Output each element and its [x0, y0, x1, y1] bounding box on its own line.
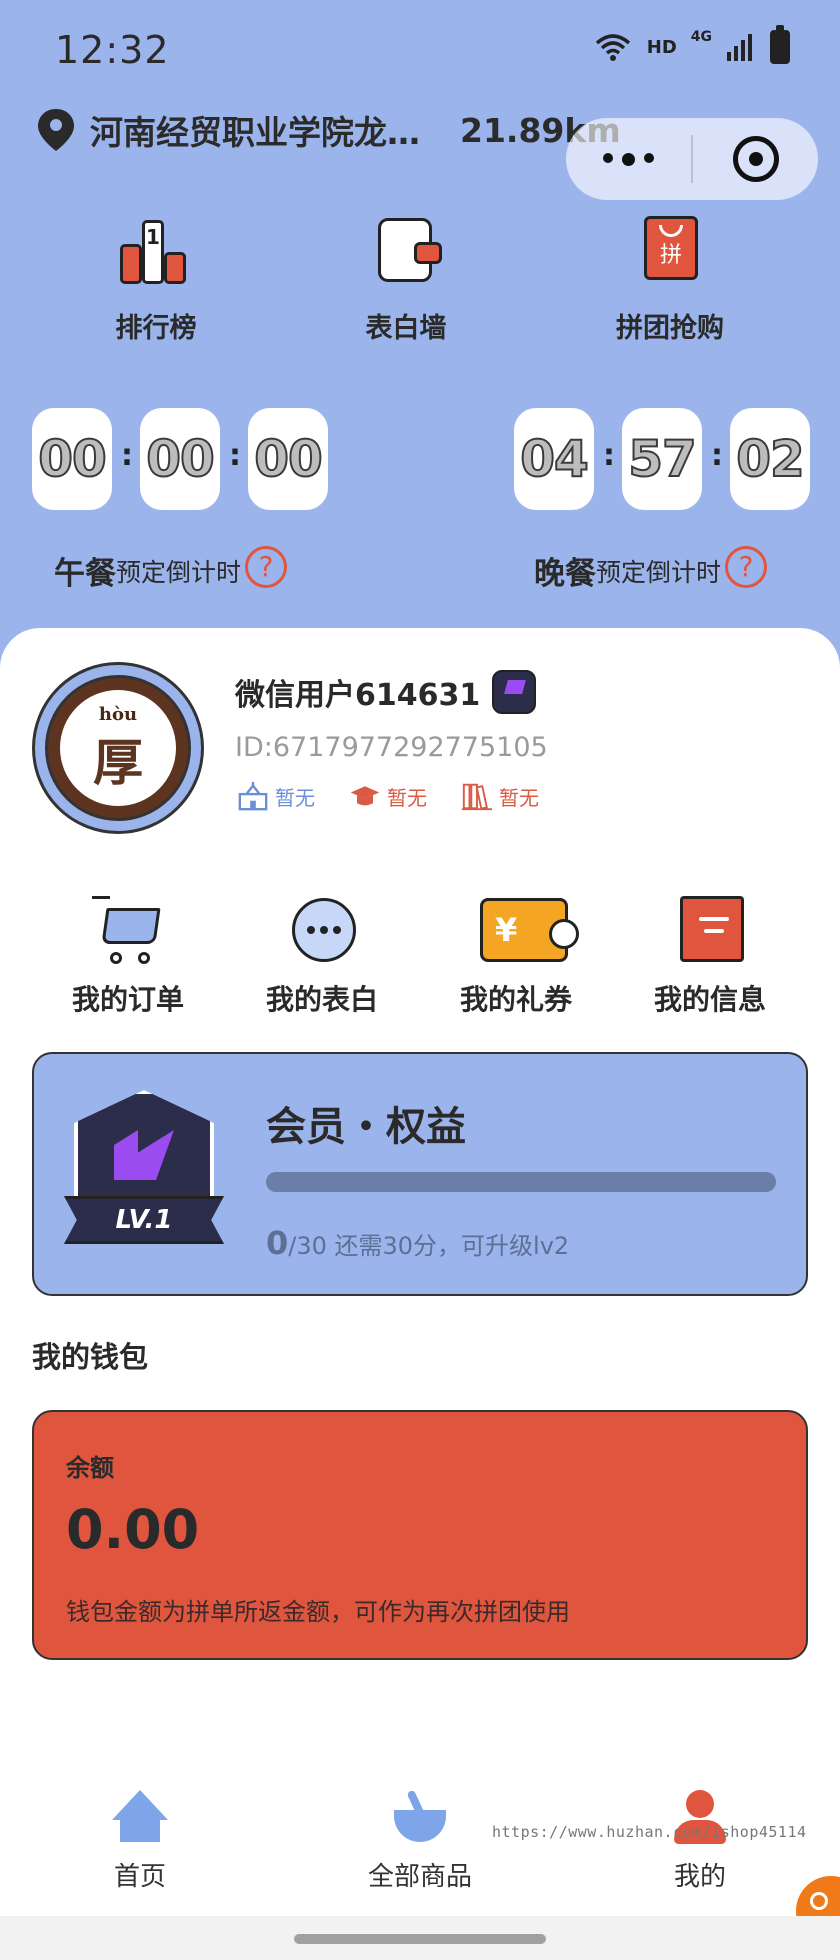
cart-icon	[88, 890, 168, 970]
tab-mine[interactable]: 我的	[600, 1790, 800, 1893]
my-coupons-button[interactable]: ¥ 我的礼券	[426, 890, 606, 1018]
tab-mine-label: 我的	[673, 1862, 726, 1892]
lunch-countdown-caption: 午餐 预定倒计时 ?	[54, 545, 288, 593]
membership-progress-bar	[266, 1172, 776, 1192]
avatar-character: 厚	[93, 733, 143, 792]
home-indicator[interactable]	[294, 1934, 546, 1944]
tab-bar: 首页 全部商品 我的	[0, 1789, 840, 1910]
quick-nav-ranking[interactable]: 1 排行榜	[56, 210, 256, 345]
membership-card[interactable]: LV.1 会员・权益 0 /30 还需30分，可升级lv2	[32, 1052, 808, 1296]
timer-colon: :	[121, 438, 133, 473]
quick-nav-group-buy[interactable]: 拼 拼团抢购	[570, 210, 770, 345]
group-buy-icon: 拼	[630, 210, 710, 290]
lunch-countdown-minutes: 00	[140, 408, 220, 510]
level-badge-icon: LV.1	[64, 1090, 234, 1260]
quick-nav-label: 表白墙	[365, 313, 447, 344]
quick-nav-confession-wall[interactable]: 表白墙	[306, 210, 506, 345]
status-time: 12:32	[55, 28, 170, 72]
exit-miniprogram-icon[interactable]	[693, 136, 818, 182]
lunch-countdown-hours: 00	[32, 408, 112, 510]
bowl-icon	[390, 1789, 450, 1846]
user-id: ID:6717977292775105	[235, 732, 548, 763]
watermark: https://www.huzhan.com/ishop45114	[492, 1823, 807, 1841]
dinner-countdown-seconds: 02	[730, 408, 810, 510]
wallet-title: 我的钱包	[32, 1340, 149, 1374]
location-selector[interactable]: 河南经贸职业学院龙… 21.89km	[36, 100, 621, 160]
wallet-balance-amount: 0.00	[66, 1498, 200, 1561]
timer-colon: :	[711, 438, 723, 473]
user-tag-grade: 暂无	[349, 780, 427, 812]
lunch-label: 午餐	[54, 556, 116, 592]
confession-wall-icon	[366, 210, 446, 290]
user-tags: 暂无 暂无 暂无	[237, 780, 539, 812]
dinner-countdown-minutes: 57	[622, 408, 702, 510]
dinner-countdown-caption: 晚餐 预定倒计时 ?	[534, 545, 768, 593]
location-pin-icon	[38, 109, 74, 151]
my-info-label: 我的信息	[653, 983, 766, 1016]
group-buy-glyph: 拼	[659, 243, 682, 268]
message-icon	[670, 890, 750, 970]
dinner-countdown-hours: 04	[514, 408, 594, 510]
quick-nav: 1 排行榜 表白墙 拼 拼团抢购	[0, 210, 840, 350]
my-coupons-label: 我的礼券	[459, 983, 572, 1016]
hd-indicator: HD	[646, 36, 677, 58]
wifi-icon	[595, 34, 630, 61]
battery-icon	[770, 25, 790, 64]
points-rest: /30 还需30分，可升级lv2	[288, 1232, 570, 1260]
dinner-caption-text: 预定倒计时	[596, 557, 722, 587]
user-tag-school: 暂无	[237, 780, 315, 812]
user-tag-text: 暂无	[387, 785, 427, 810]
membership-points: 0 /30 还需30分，可升级lv2	[266, 1224, 569, 1262]
school-icon	[238, 781, 268, 811]
lunch-caption-text: 预定倒计时	[116, 557, 242, 587]
points-current: 0	[266, 1224, 289, 1262]
status-bar: 12:32 HD 4G	[0, 0, 840, 100]
user-name: 微信用户614631	[235, 678, 481, 713]
user-tag-major: 暂无	[461, 780, 539, 812]
level-badge-icon	[492, 670, 537, 714]
my-orders-button[interactable]: 我的订单	[38, 890, 218, 1018]
coupon-icon: ¥	[476, 890, 579, 970]
chat-bubble-icon	[282, 890, 362, 970]
wallet-card[interactable]: 余额 0.00 钱包金额为拼单所返金额，可作为再次拼团使用	[32, 1410, 808, 1660]
tab-home[interactable]: 首页	[40, 1790, 240, 1893]
avatar[interactable]: hòu 厚	[32, 662, 204, 834]
more-menu-icon[interactable]	[566, 152, 691, 166]
books-icon	[461, 783, 493, 811]
timer-colon: :	[229, 438, 241, 473]
miniprogram-capsule	[566, 118, 818, 200]
user-tag-text: 暂无	[275, 785, 315, 810]
tab-all-products-label: 全部商品	[367, 1862, 472, 1892]
avatar-pinyin: hòu	[98, 704, 138, 725]
lunch-countdown-seconds: 00	[248, 408, 328, 510]
quick-nav-label: 拼团抢购	[616, 313, 724, 344]
my-info-button[interactable]: 我的信息	[620, 890, 800, 1018]
quick-nav-label: 排行榜	[115, 313, 197, 344]
location-name: 河南经贸职业学院龙…	[90, 113, 420, 152]
my-confessions-label: 我的表白	[265, 983, 378, 1016]
status-icons: HD 4G	[593, 25, 790, 64]
user-tag-text: 暂无	[499, 785, 539, 810]
my-orders-label: 我的订单	[71, 983, 184, 1016]
ranking-number: 1	[146, 225, 160, 249]
ranking-icon: 1	[116, 210, 196, 290]
member-level: LV.1	[64, 1196, 224, 1244]
signal-icon	[727, 34, 752, 61]
my-confessions-button[interactable]: 我的表白	[232, 890, 412, 1018]
wallet-note: 钱包金额为拼单所返金额，可作为再次拼团使用	[66, 1598, 570, 1626]
graduation-cap-icon	[350, 786, 380, 806]
my-actions: 我的订单 我的表白 ¥ 我的礼券 我的信息	[0, 890, 840, 1030]
tab-all-products[interactable]: 全部商品	[320, 1789, 520, 1893]
coupon-glyph: ¥	[495, 911, 518, 949]
tab-home-label: 首页	[113, 1862, 166, 1892]
home-icon	[110, 1790, 170, 1846]
network-type: 4G	[690, 29, 712, 45]
lunch-help-icon[interactable]: ?	[245, 545, 288, 588]
dinner-label: 晚餐	[534, 556, 596, 592]
membership-title: 会员・权益	[266, 1104, 466, 1150]
timer-colon: :	[603, 438, 615, 473]
dinner-help-icon[interactable]: ?	[725, 545, 768, 588]
user-name-row: 微信用户614631	[235, 670, 537, 714]
wallet-balance-label: 余额	[66, 1454, 114, 1482]
